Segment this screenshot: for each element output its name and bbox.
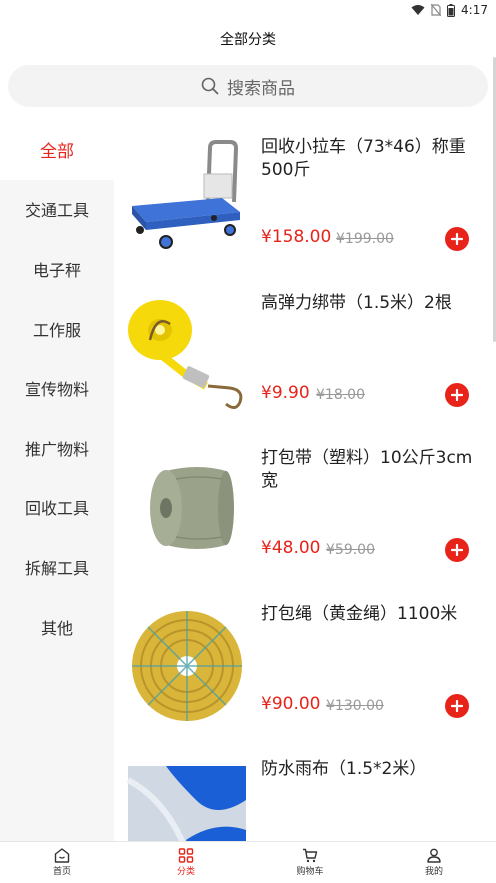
product-price: ¥90.00: [261, 693, 321, 714]
packing-tape-image: [150, 467, 234, 549]
tab-category[interactable]: 分类: [124, 842, 248, 883]
tarp-image: [126, 766, 246, 842]
sidebar-item-recycling-tools[interactable]: 回收工具: [0, 478, 114, 538]
product-card[interactable]: 打包绳（黄金绳）1100米 ¥90.00 ¥130.00: [114, 587, 488, 743]
sidebar-item-other[interactable]: 其他: [0, 597, 114, 657]
tab-label: 分类: [176, 867, 195, 877]
search-input[interactable]: 搜索商品: [227, 74, 295, 99]
tab-label: 我的: [424, 867, 443, 877]
product-name: 打包绳（黄金绳）1100米: [261, 603, 458, 624]
product-price: ¥48.00: [261, 538, 321, 558]
add-to-cart-button[interactable]: [445, 538, 469, 562]
product-card[interactable]: 打包带（塑料）10公斤3cm宽 ¥48.00 ¥59.00: [114, 431, 488, 587]
status-bar: 4:17: [0, 0, 496, 22]
rope-image: [132, 610, 242, 721]
product-card[interactable]: 高弹力绑带（1.5米）2根 ¥9.90 ¥18.00: [114, 276, 488, 432]
category-sidebar: 全部 交通工具 电子秤 工作服 宣传物料 推广物料 回收工具 拆解工具 其他: [0, 120, 114, 842]
product-price: ¥9.90: [261, 382, 310, 403]
sidebar-item-workwear[interactable]: 工作服: [0, 299, 114, 359]
user-icon: [427, 848, 441, 863]
add-to-cart-button[interactable]: [445, 382, 469, 407]
sidebar-item-publicity[interactable]: 宣传物料: [0, 358, 114, 418]
product-name: 打包带（塑料）10公斤3cm宽: [261, 448, 473, 491]
page-title: 全部分类: [220, 32, 276, 48]
product-card[interactable]: 防水雨布（1.5*2米）: [114, 742, 488, 842]
search-bar[interactable]: 搜索商品: [8, 65, 488, 107]
strap-image: [128, 299, 243, 409]
search-icon: [201, 77, 219, 95]
tab-label: 首页: [52, 867, 71, 877]
sidebar-item-scale[interactable]: 电子秤: [0, 239, 114, 299]
wifi-icon: [411, 5, 425, 15]
cart-icon: [303, 848, 318, 863]
product-name: 高弹力绑带（1.5米）2根: [261, 292, 452, 313]
tab-home[interactable]: 首页: [0, 842, 124, 883]
sidebar-item-dismantling-tools[interactable]: 拆解工具: [0, 537, 114, 597]
plus-icon: [451, 233, 463, 245]
product-old-price: ¥130.00: [326, 697, 384, 714]
product-old-price: ¥59.00: [326, 542, 375, 558]
product-list: 回收小拉车（73*46）称重500斤 ¥158.00 ¥199.00 高弹力绑带…: [114, 120, 488, 842]
bottom-tab-bar: 首页 分类 购物车 我的: [0, 841, 496, 883]
plus-icon: [451, 544, 463, 556]
home-icon: [54, 848, 70, 863]
sidebar-item-label: 全部: [40, 142, 74, 163]
tab-cart[interactable]: 购物车: [248, 842, 372, 883]
sidebar-item-label: 交通工具: [24, 201, 89, 221]
status-time: 4:17: [461, 3, 488, 17]
no-sim-icon: [431, 4, 442, 16]
header: 全部分类: [0, 22, 496, 56]
category-icon: [178, 848, 194, 863]
tab-label: 购物车: [296, 867, 324, 877]
status-icons: 4:17: [411, 3, 488, 17]
sidebar-item-label: 宣传物料: [24, 380, 89, 400]
sidebar-item-label: 推广物料: [24, 439, 89, 459]
product-old-price: ¥18.00: [316, 386, 365, 403]
add-to-cart-button[interactable]: [445, 693, 469, 718]
sidebar-item-all[interactable]: 全部: [0, 120, 114, 180]
sidebar-item-label: 拆解工具: [24, 558, 89, 578]
product-price: ¥158.00: [261, 227, 332, 247]
cart-image: [132, 140, 240, 249]
sidebar-item-label: 工作服: [32, 320, 81, 340]
add-to-cart-button[interactable]: [445, 227, 469, 251]
plus-icon: [451, 388, 463, 401]
sidebar-item-transport[interactable]: 交通工具: [0, 180, 114, 240]
plus-icon: [451, 699, 463, 712]
sidebar-item-label: 电子秤: [32, 260, 81, 280]
sidebar-item-label: 其他: [40, 618, 73, 638]
battery-icon: [447, 3, 456, 17]
tab-mine[interactable]: 我的: [372, 842, 496, 883]
product-old-price: ¥199.00: [336, 231, 394, 247]
product-name: 防水雨布（1.5*2米）: [261, 759, 427, 779]
product-name: 回收小拉车（73*46）称重500斤: [261, 137, 466, 180]
product-card[interactable]: 回收小拉车（73*46）称重500斤 ¥158.00 ¥199.00: [114, 120, 488, 276]
sidebar-item-label: 回收工具: [24, 499, 89, 519]
sidebar-item-promotion[interactable]: 推广物料: [0, 418, 114, 478]
